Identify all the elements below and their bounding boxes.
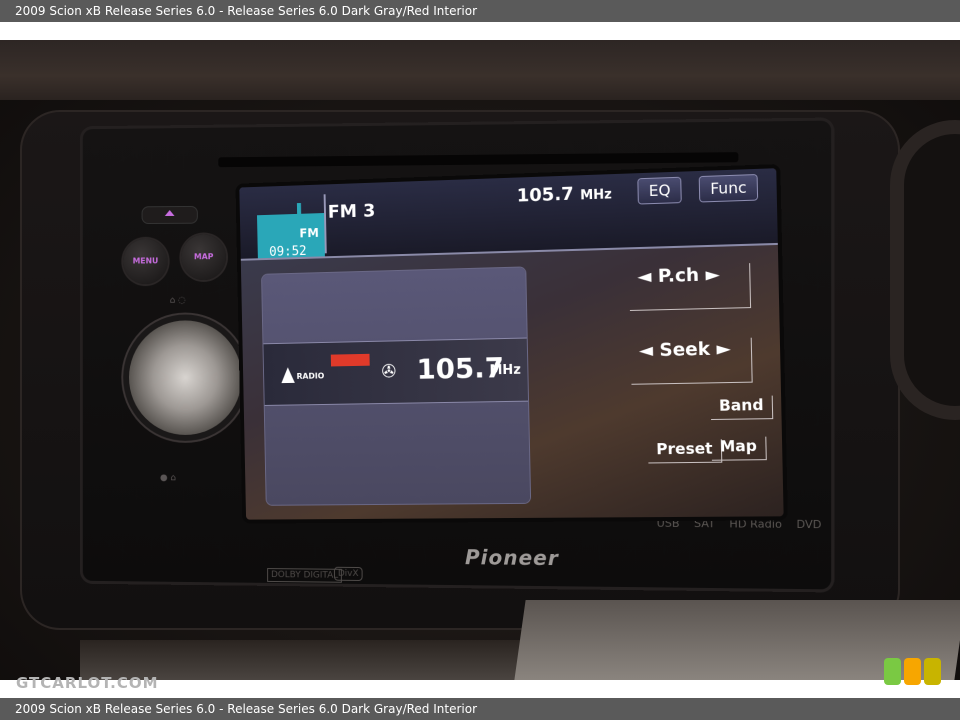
func-button[interactable]: Func xyxy=(700,175,757,201)
dashboard-photo: MENU MAP ⌂ ◌ ● ⌂ DOLBY DIGITAL DivX Pion… xyxy=(0,40,960,680)
divx-logo: DivX xyxy=(334,567,363,581)
dvd-logo: DVD xyxy=(796,518,821,531)
eject-button[interactable] xyxy=(143,207,197,223)
frequency-header-value: 105.7 xyxy=(517,184,574,207)
menu-button[interactable]: MENU xyxy=(123,239,168,285)
volume-knob[interactable] xyxy=(129,320,242,435)
badge-dots xyxy=(884,658,941,685)
station-info-panel: RADIO ✇ 105.7 MHz xyxy=(262,267,530,504)
hd-radio-logo: HD Radio xyxy=(729,517,782,531)
map-button[interactable]: Map xyxy=(711,437,766,461)
frequency-header-unit: MHz xyxy=(580,187,612,203)
feature-logos: USB SAT HD Radio DVD xyxy=(657,517,822,532)
satellite-icon: ✇ xyxy=(381,361,396,382)
band-label: FM xyxy=(299,226,319,240)
eq-button[interactable]: EQ xyxy=(638,178,681,204)
dolby-logo: DOLBY DIGITAL xyxy=(267,568,342,583)
sat-logo: SAT xyxy=(694,517,715,530)
preset-channel-button[interactable]: ◄ P.ch ► xyxy=(629,263,751,311)
radio-antenna-icon: RADIO xyxy=(281,367,324,384)
preset-label: FM 3 xyxy=(328,200,376,222)
map-hard-button[interactable]: MAP xyxy=(181,234,226,280)
usb-logo: USB xyxy=(657,517,680,530)
header-divider xyxy=(324,194,327,253)
yellow-badge xyxy=(924,658,941,685)
eject-icon xyxy=(165,210,175,216)
white-strip-top xyxy=(0,22,960,40)
clock: 09:52 xyxy=(269,244,307,260)
frequency-main-unit: MHz xyxy=(489,363,521,379)
caption-bottom: 2009 Scion xB Release Series 6.0 - Relea… xyxy=(0,698,960,720)
signal-badge xyxy=(331,354,370,367)
mute-icon: ⌂ ◌ xyxy=(170,296,186,306)
green-badge xyxy=(884,658,901,685)
dashboard-top xyxy=(0,40,960,100)
station-strip: RADIO ✇ 105.7 MHz xyxy=(263,338,528,406)
band-button[interactable]: Band xyxy=(711,396,774,420)
air-vent xyxy=(890,120,960,420)
touch-screen: FM 09:52 FM 3 105.7 MHz EQ Func RADIO ✇ … xyxy=(239,168,783,519)
watermark-logo: GTCARLOT.COM xyxy=(16,674,159,692)
frequency-header: 105.7 MHz xyxy=(517,182,612,206)
orange-badge xyxy=(904,658,921,685)
brand-logo: Pioneer xyxy=(465,545,559,570)
sd-icon: ● ⌂ xyxy=(160,473,176,483)
cd-slot xyxy=(218,152,738,167)
seek-button[interactable]: ◄ Seek ► xyxy=(631,338,753,385)
caption-top: 2009 Scion xB Release Series 6.0 - Relea… xyxy=(0,0,960,22)
